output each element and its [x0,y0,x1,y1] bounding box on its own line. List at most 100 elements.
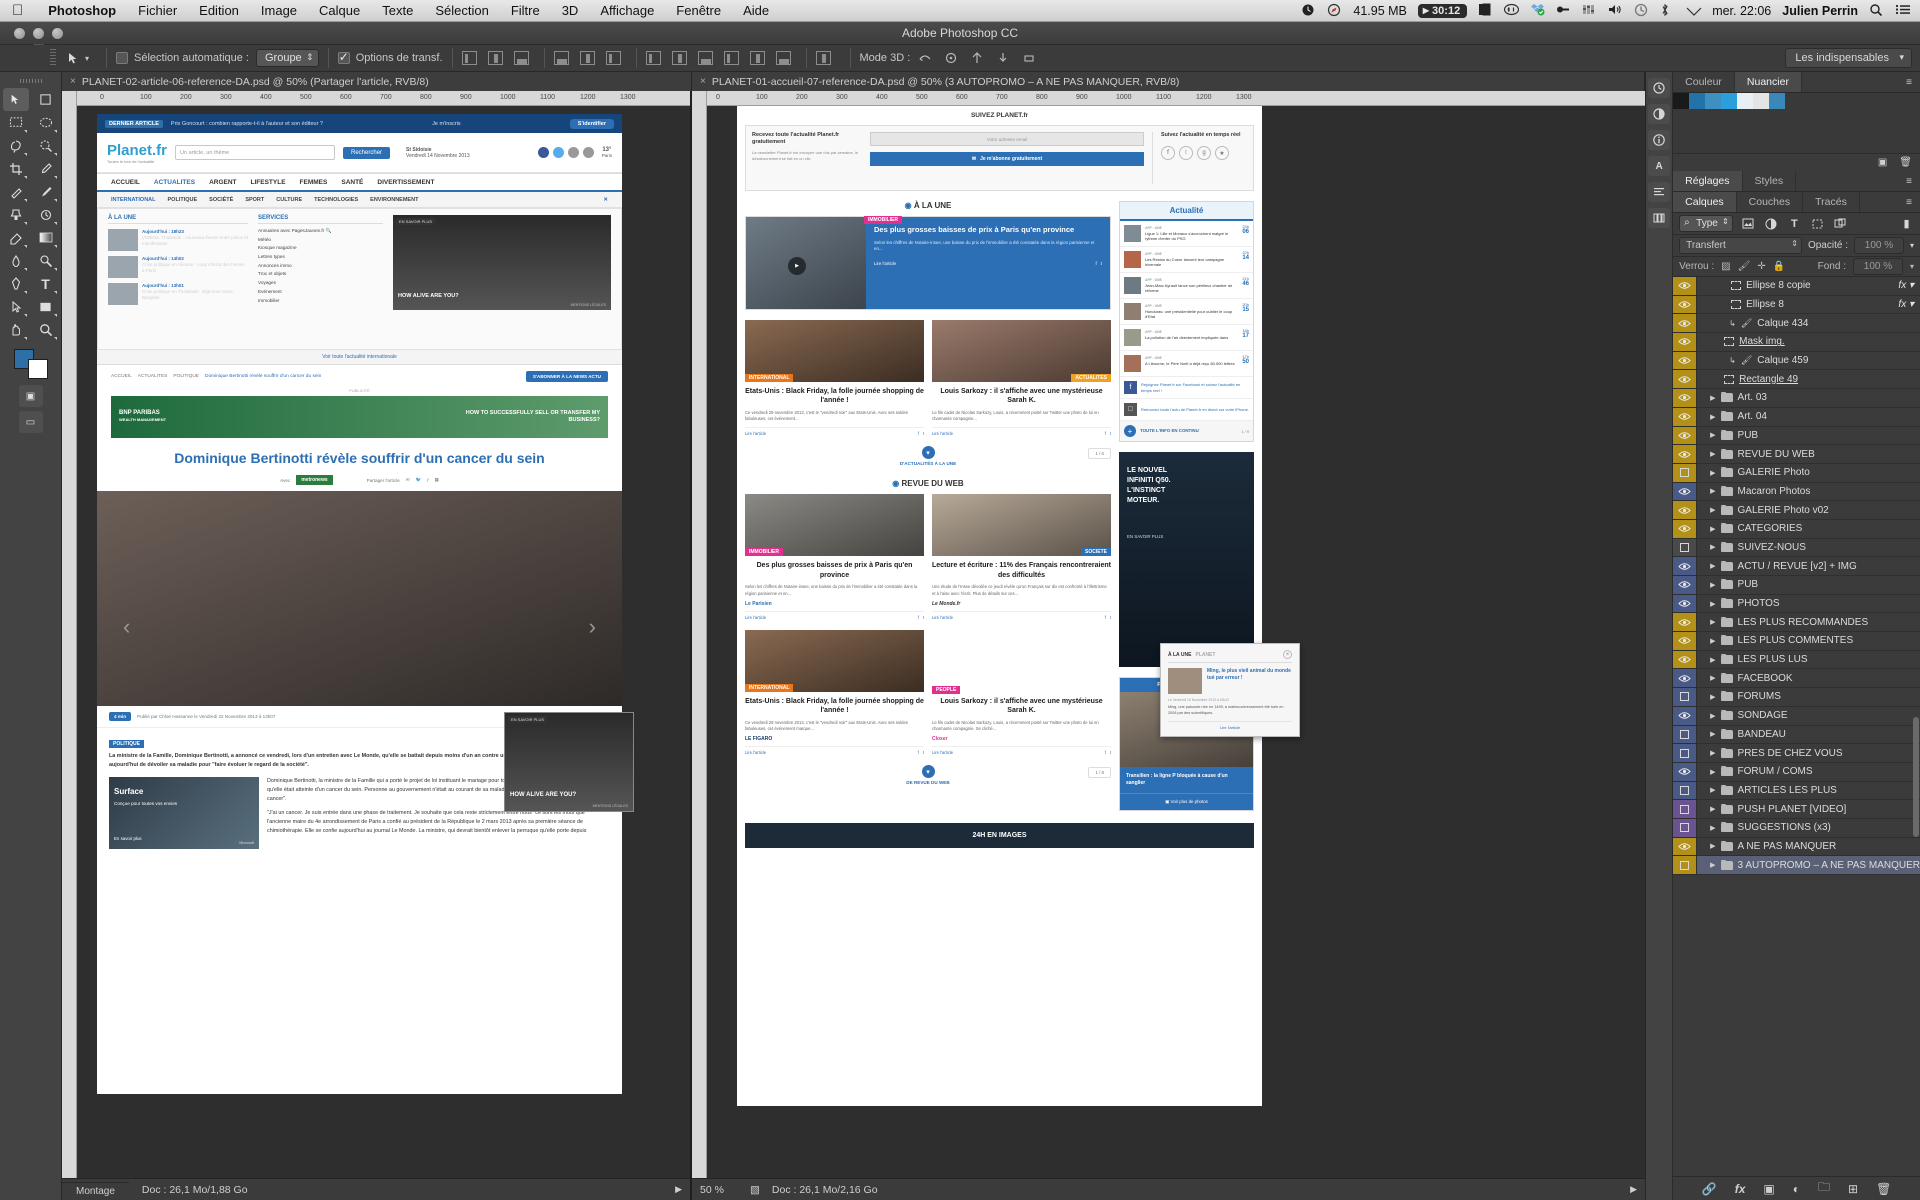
menu-fenetre[interactable]: Fenêtre [665,3,732,18]
rotate-3d-icon[interactable] [918,51,933,66]
bluetooth-icon[interactable] [1660,3,1675,18]
layer-row[interactable]: ▶ SUGGESTIONS (x3) [1673,818,1920,838]
layer-visibility-toggle[interactable] [1673,706,1698,725]
chevron-down-icon[interactable]: ▾ [921,446,935,460]
twitter-icon[interactable] [552,147,564,158]
nav-divertissement[interactable]: DIVERTISSEMENT [377,179,434,186]
rectangle-shape-tool[interactable] [33,295,59,318]
toolbox-grip[interactable] [19,77,42,85]
megamenu-news-item[interactable]: Aujourd'hui : 18h23 VIDEOS. Thaïlande : … [108,229,248,251]
menu-selection[interactable]: Sélection [424,3,499,18]
site2-card[interactable]: SOCIETE Lecture et écriture : 11% des Fr… [932,494,1111,620]
layer-visibility-toggle[interactable] [1673,594,1698,613]
newsletter-subscribe-button[interactable]: ✉ Je m'abonne gratuitement [870,152,1144,166]
facebook-icon[interactable]: f [1161,146,1175,161]
site2-more-revue[interactable]: ▾ DE REVUE DU WEB 1 / 8 [745,765,1111,786]
lock-image-icon[interactable]: 🖌 [1738,261,1751,272]
dropbox-icon[interactable] [1530,3,1545,18]
libraries-icon[interactable] [1648,208,1671,228]
site1-search-button[interactable]: Rechercher [343,146,391,159]
layer-mask-icon[interactable]: ▣ [1763,1182,1774,1196]
site1-carousel-prev[interactable]: ‹ [123,614,130,640]
facebook-icon[interactable]: f [1096,261,1097,266]
site1-see-all-link[interactable]: Voir toute l'actualité internationale [97,350,622,365]
distribute-hcenter-button[interactable] [749,51,765,65]
tool-preset-chevron-icon[interactable]: ▾ [85,54,89,63]
megamenu-ad-jaguar[interactable]: EN SAVOIR PLUS HOW ALIVE ARE YOU? MENTIO… [393,215,611,310]
layer-row[interactable]: ▶ PUSH PLANET [VIDEO] [1673,800,1920,819]
expand-group-icon[interactable]: ▶ [1710,637,1715,645]
layer-visibility-toggle[interactable] [1673,501,1698,519]
subnav-culture[interactable]: CULTURE [276,197,302,203]
site2-card[interactable]: IMMOBILIER Des plus grosses baisses de p… [745,494,924,620]
layer-visibility-toggle[interactable] [1673,669,1698,688]
surface-ad-cta[interactable]: En savoir plus [114,836,142,841]
artboard-tool[interactable] [33,88,59,111]
workspace-switcher[interactable]: Les indispensables [1785,48,1912,68]
service-item[interactable]: Météo [258,236,383,245]
megamenu-news-item[interactable]: Aujourd'hui : 13h01 Crise politique en T… [108,283,248,305]
layer-row[interactable]: ▶ BANDEAU [1673,725,1920,745]
site2-popup-alaune[interactable]: À LA UNE PLANET × Ming, le plus vieil an… [1160,643,1300,737]
auto-select-scope-select[interactable]: Groupe [255,49,319,67]
infiniti-cta[interactable]: EN SAVOIR PLUS [1127,534,1163,539]
new-swatch-icon[interactable]: ▣ [1878,157,1887,168]
tab-styles[interactable]: Styles [1743,171,1797,191]
layer-visibility-toggle[interactable] [1673,370,1698,389]
layer-row[interactable]: ▶ PUB [1673,576,1920,595]
site2-card[interactable]: PEOPLE Louis Sarkozy : il s'affiche avec… [932,630,1111,755]
align-left-edges-button[interactable] [461,51,477,65]
align-horizontal-centers-button[interactable] [487,51,503,65]
share-facebook-icon[interactable]: f [427,478,428,483]
expand-group-icon[interactable]: ▶ [1710,656,1715,664]
expand-group-icon[interactable]: ▶ [1710,618,1715,626]
distribute-top-button[interactable] [645,51,661,65]
facebook-icon[interactable]: f [1105,431,1106,436]
menu-texte[interactable]: Texte [371,3,424,18]
menu-affichage[interactable]: Affichage [589,3,665,18]
align-vertical-centers-button[interactable] [579,51,595,65]
facebook-icon[interactable]: f [918,750,919,755]
breadcrumb-actualites[interactable]: ACTUALITES [138,374,168,379]
layer-row[interactable]: ▶ A NE PAS MANQUER [1673,837,1920,857]
adjustments-panel-menu-icon[interactable]: ≡ [1898,171,1920,191]
plus-icon[interactable]: + [1124,425,1136,437]
article-tag-politique[interactable]: POLITIQUE [109,740,144,749]
layer-visibility-toggle[interactable] [1673,445,1698,463]
paragraph-panel-icon[interactable] [1648,182,1671,202]
site1-floating-jaguar-ad[interactable]: EN SAVOIR PLUS HOW ALIVE ARE YOU? MENTIO… [504,712,634,812]
sidebar-pager[interactable]: 1 / 9 [1241,429,1249,434]
menu-3d[interactable]: 3D [551,3,590,18]
tab-nuancier[interactable]: Nuancier [1734,72,1802,92]
delete-layer-icon[interactable]: 🗑 [1876,1182,1891,1196]
facebook-icon[interactable]: f [1105,615,1106,620]
expand-group-icon[interactable]: ▶ [1710,768,1715,776]
document-pane-1[interactable]: 0 100 200 300 400 500 600 700 800 900 10… [62,91,692,1200]
tab-couleur[interactable]: Couleur [1673,72,1735,92]
sidebar-feed-item[interactable]: AFP : UNE Ligue 1: Lille et Monaco s'accr… [1120,221,1253,247]
apple-logo-icon[interactable]:  [0,3,37,18]
expand-group-icon[interactable]: ▶ [1710,861,1715,869]
volume-icon[interactable] [1608,3,1623,18]
timeline-panel-tab[interactable]: Montage [62,1182,129,1200]
share-twitter-icon[interactable]: 🐦 [416,477,422,483]
expand-group-icon[interactable]: ▶ [1710,581,1715,589]
eyedropper-tool[interactable] [33,157,59,180]
timemachine-icon[interactable] [1634,3,1649,18]
layer-visibility-toggle[interactable] [1673,800,1698,818]
subnav-environnement[interactable]: ENVIRONNEMENT [370,197,418,203]
new-layer-icon[interactable]: ⊞ [1848,1182,1858,1196]
card-link[interactable]: Lire l'article [745,615,766,620]
breadcrumb-politique[interactable]: POLITIQUE [173,374,199,379]
info-icon[interactable] [1648,130,1671,150]
site1-banner-ad[interactable]: BNP PARIBAS WEALTH MANAGEMENT HOW TO SUC… [111,396,608,438]
type-tool[interactable]: T [33,272,59,295]
display-icon[interactable] [1478,3,1493,18]
screen-mode-icon[interactable]: ▭ [18,411,43,433]
google-plus-icon[interactable] [567,147,579,158]
color-picker-icon[interactable] [1648,104,1671,124]
sidebar-infiniti-ad[interactable]: LE NOUVEL INFINITI Q50. L'INSTINCT MOTEU… [1119,452,1254,667]
window-controls[interactable] [0,27,63,39]
twitter-icon[interactable]: t [923,750,924,755]
background-color-swatch[interactable] [27,359,48,379]
